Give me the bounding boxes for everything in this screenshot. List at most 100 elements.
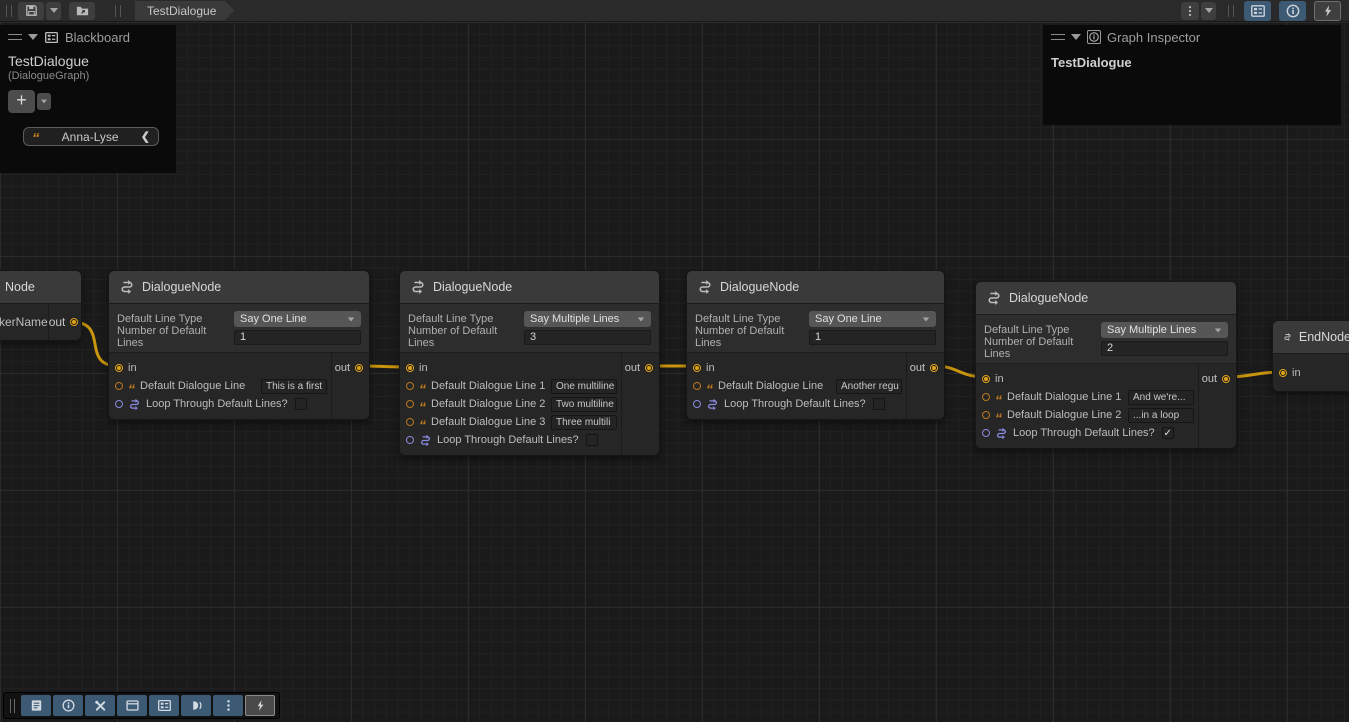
in-port[interactable]: [1279, 369, 1287, 377]
line-port[interactable]: [406, 400, 414, 408]
blackboard-button[interactable]: [149, 695, 179, 716]
out-port[interactable]: [1222, 375, 1230, 383]
audio-icon: [189, 698, 204, 713]
dialogue-line-field[interactable]: One multiline: [551, 379, 617, 394]
line-port[interactable]: [406, 382, 414, 390]
loop-port[interactable]: [115, 400, 123, 408]
check-mark: ✓: [1163, 428, 1171, 439]
line-type-dropdown[interactable]: Say Multiple Lines: [524, 311, 651, 327]
toggle-preview-button[interactable]: [1314, 1, 1341, 21]
dialogue-line-field[interactable]: Three multili: [551, 415, 617, 430]
prop-label: Default Line Type: [408, 313, 524, 325]
toolbar-drag-handle[interactable]: [10, 699, 15, 713]
line-count-input[interactable]: 1: [809, 330, 936, 345]
node-dialoguenode-3[interactable]: DialogueNode Default Line Type Say One L…: [686, 270, 945, 420]
loop-port[interactable]: [693, 400, 701, 408]
toggle-inspector-button[interactable]: [1279, 1, 1306, 21]
loop-checkbox[interactable]: [873, 398, 885, 410]
out-port[interactable]: [645, 364, 653, 372]
loop-port[interactable]: [982, 429, 990, 437]
line-port[interactable]: [982, 411, 990, 419]
port-label: Loop Through Default Lines?: [1013, 427, 1155, 439]
info-button[interactable]: [53, 695, 83, 716]
quote-icon: “: [128, 385, 135, 393]
node-speaker[interactable]: Node kerName out: [0, 270, 82, 341]
loop-checkbox[interactable]: [295, 398, 307, 410]
field-value: Three multili: [556, 417, 610, 428]
prop-label: Default Line Type: [117, 313, 234, 325]
input-value: 1: [240, 331, 246, 343]
blackboard-field-anna-lyse[interactable]: “ Anna-Lyse ❮: [23, 127, 159, 146]
drag-handle-icon[interactable]: [1051, 34, 1065, 40]
node-endnode[interactable]: EndNode in: [1272, 320, 1349, 392]
panel-title: Blackboard: [65, 30, 130, 45]
drag-handle-icon[interactable]: [8, 34, 22, 40]
line-port[interactable]: [982, 393, 990, 401]
line-count-input[interactable]: 1: [234, 330, 361, 345]
port-label: Default Dialogue Line 1: [1007, 391, 1121, 403]
line-type-dropdown[interactable]: Say One Line: [809, 311, 936, 327]
panel-title: Graph Inspector: [1107, 30, 1200, 45]
dialogue-line-field[interactable]: And we're...: [1128, 390, 1194, 405]
port-label: Default Dialogue Line: [140, 380, 245, 392]
line-count-input[interactable]: 2: [1101, 341, 1228, 356]
line-port[interactable]: [115, 382, 123, 390]
spark-icon: [1321, 4, 1335, 18]
more-button[interactable]: [213, 695, 243, 716]
save-options-dropdown[interactable]: [46, 2, 61, 20]
blackboard-header[interactable]: Blackboard: [0, 25, 176, 49]
quote-icon: “: [995, 396, 1002, 404]
node-dialoguenode-2[interactable]: DialogueNode Default Line Type Say Multi…: [399, 270, 660, 456]
line-count-input[interactable]: 3: [524, 330, 651, 345]
spark-button[interactable]: [245, 695, 275, 716]
out-port[interactable]: [70, 318, 78, 326]
graph-tab[interactable]: TestDialogue: [135, 1, 234, 21]
tools-button[interactable]: [85, 695, 115, 716]
toolbar-drag-handle-3[interactable]: [1228, 5, 1234, 17]
dialogue-line-field[interactable]: Another regu: [836, 379, 902, 394]
collapse-triangle-icon[interactable]: [28, 34, 38, 40]
toolbar-drag-handle-2[interactable]: [115, 5, 121, 17]
inspector-header[interactable]: Graph Inspector: [1043, 25, 1341, 49]
dialogue-line-field[interactable]: Two multiline: [551, 397, 617, 412]
line-type-dropdown[interactable]: Say Multiple Lines: [1101, 322, 1228, 338]
dialogue-line-field[interactable]: This is a first: [261, 379, 327, 394]
line-port[interactable]: [406, 418, 414, 426]
toolbar-drag-handle[interactable]: [6, 5, 12, 17]
in-port[interactable]: [115, 364, 123, 372]
port-label: Default Dialogue Line 1: [431, 380, 545, 392]
line-type-dropdown[interactable]: Say One Line: [234, 311, 361, 327]
save-button[interactable]: [18, 2, 44, 20]
overflow-menu-dropdown[interactable]: [1201, 2, 1216, 20]
node-dialoguenode-1[interactable]: DialogueNode Default Line Type Say One L…: [108, 270, 370, 420]
loop-icon: [128, 398, 141, 411]
line-port[interactable]: [693, 382, 701, 390]
loop-checkbox[interactable]: ✓: [1162, 427, 1174, 439]
loop-port[interactable]: [406, 436, 414, 444]
out-port[interactable]: [355, 364, 363, 372]
prop-label: Default Line Type: [695, 313, 809, 325]
overflow-menu-button[interactable]: [1181, 2, 1199, 20]
port-label: Loop Through Default Lines?: [146, 398, 288, 410]
in-port[interactable]: [982, 375, 990, 383]
loop-checkbox[interactable]: [586, 434, 598, 446]
chevron-down-icon: [50, 8, 58, 13]
collapse-triangle-icon[interactable]: [1071, 34, 1081, 40]
collapse-left-icon[interactable]: ❮: [141, 130, 150, 143]
in-port[interactable]: [693, 364, 701, 372]
chevron-down-icon: [1205, 8, 1213, 13]
add-property-button[interactable]: +: [8, 90, 35, 113]
dropdown-value: Say Multiple Lines: [1107, 324, 1196, 336]
node-dialoguenode-4[interactable]: DialogueNode Default Line Type Say Multi…: [975, 281, 1237, 449]
notes-button[interactable]: [21, 695, 51, 716]
graph-canvas[interactable]: Node kerName out DialogueNode Default Li…: [0, 22, 1349, 722]
out-port[interactable]: [930, 364, 938, 372]
add-property-dropdown[interactable]: [37, 93, 51, 110]
in-port[interactable]: [406, 364, 414, 372]
audio-button[interactable]: [181, 695, 211, 716]
open-asset-button[interactable]: [69, 2, 95, 20]
toggle-blackboard-button[interactable]: [1244, 1, 1271, 21]
dialogue-line-field[interactable]: ...in a loop: [1128, 408, 1194, 423]
window-button[interactable]: [117, 695, 147, 716]
blackboard-icon: [1250, 3, 1266, 19]
